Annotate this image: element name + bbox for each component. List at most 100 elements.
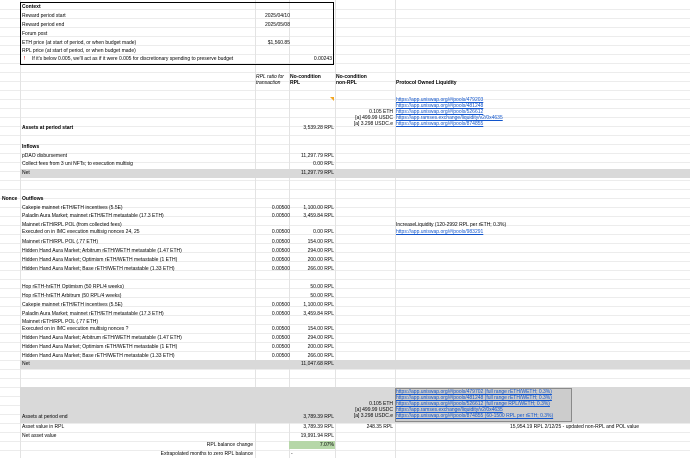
outflow-label: Paladin Aura Market; mainnet rETH/ETH me…: [22, 213, 164, 219]
outflow-rpl: 50.00 RPL: [310, 284, 334, 290]
outflow-ratio: 0.00500: [271, 266, 290, 272]
grid-row-line: [0, 378, 690, 379]
grid-row-line: [0, 108, 690, 109]
assets-end-label: Assets at period end: [22, 414, 68, 420]
outflow-ratio: 0.00500: [271, 353, 290, 359]
inflows-net-rpl: 11,297.79 RPL: [301, 170, 334, 176]
grid-row-line: [0, 153, 690, 154]
outflow-rpl: 266.00 RPL: [307, 266, 334, 272]
outflows-title: Outflows: [22, 196, 44, 202]
outflow-ratio: 0.00500: [271, 213, 290, 219]
pol-link[interactable]: https://app.uniswap.org/#/pools/874855 (…: [396, 413, 553, 419]
outflow-ratio: 0.00500: [271, 248, 290, 254]
outflow-label: Hidden Hand Aura Market; Arbitrum rETH/W…: [22, 335, 182, 341]
header-pol: Protocol Owned Liquidity: [396, 80, 457, 86]
inflows-net-label: Net: [22, 170, 30, 176]
grid-row-line: [0, 90, 690, 91]
context-label: RPL price (at start of period, or when b…: [22, 48, 136, 54]
outflow-rpl: 0.00 RPL: [313, 229, 334, 235]
outflow-rpl: 3,459.84 RPL: [303, 311, 334, 317]
context-label[interactable]: Forum post: [22, 31, 47, 37]
asset-value-label: Asset value in RPL: [22, 424, 65, 430]
grid-row-line: [0, 189, 690, 190]
outflow-ratio: 0.00500: [271, 335, 290, 341]
outflow-rpl: 294.00 RPL: [307, 335, 334, 341]
outflow-rpl: 200.00 RPL: [307, 344, 334, 350]
grid-row-line: [0, 369, 690, 370]
grid-row-line: [0, 243, 690, 244]
outflow-label: Mainnet rETH/RPL POL (.77 ETH): [22, 319, 99, 325]
asset-value-nonrpl: 248.35 RPL: [366, 424, 393, 430]
outflow-label: Cakepie mainnet rETH/ETH incentives (5.5…: [22, 205, 123, 211]
comment-indicator-icon[interactable]: [330, 97, 334, 101]
outflow-label: Executed on in IMC execution multisig no…: [22, 229, 140, 235]
outflow-rpl: 200.00 RPL: [307, 257, 334, 263]
assets-start-label: Assets at period start: [22, 125, 74, 131]
balance-change-value: 7.07%: [319, 442, 334, 448]
outflow-ratio: 0.00500: [271, 326, 290, 332]
outflow-label: Hop rETH-hrETH Optimism (50 RPL/4 weeks): [22, 284, 124, 290]
context-value: $1,560.85: [267, 40, 290, 46]
outflow-ratio: 0.00500: [271, 311, 290, 317]
inflow-rpl: 11,297.79 RPL: [301, 153, 334, 159]
grid-row-line: [0, 198, 690, 199]
outflow-label: Cakepie mainnet rETH/ETH incentives (5.5…: [22, 302, 123, 308]
grid-row-line: [0, 450, 690, 451]
outflow-label: Mainnet rETH/RPL POL (from collected fee…: [22, 222, 122, 228]
grid-row-line: [0, 324, 690, 325]
context-value: 2025/04/10: [264, 13, 290, 19]
outflow-ratio: 0.00500: [271, 257, 290, 263]
nonce-header: Nonce: [2, 196, 18, 202]
inflows-net-band: [20, 169, 690, 178]
outflow-rpl: 1,100.00 RPL: [303, 302, 334, 308]
grid-row-line: [0, 135, 690, 136]
inflow-rpl: 0.00 RPL: [313, 161, 334, 167]
inflow-label: Collect fees from 3 uni NFTs; to executi…: [22, 161, 133, 167]
outflow-label: Hidden Hand Aura Market; Arbitrum rETH/W…: [22, 248, 182, 254]
outflows-net-band: [20, 360, 690, 369]
asset-value-rpl: 3,789.39 RPL: [303, 424, 334, 430]
grid-row-line: [0, 279, 690, 280]
outflow-ratio: 0.00500: [271, 239, 290, 245]
pol-note-link[interactable]: https://app.uniswap.org/#/pools/983291: [396, 229, 483, 235]
outflow-rpl: 294.00 RPL: [307, 248, 334, 254]
outflow-rpl: 266.00 RPL: [307, 353, 334, 359]
outflows-net-label: Net: [22, 361, 30, 367]
header-nocond-rpl: RPL: [290, 80, 300, 86]
inflow-label: pDAO disbursement: [22, 153, 68, 159]
pol-link[interactable]: https://app.uniswap.org/#/pools/874855: [396, 121, 483, 127]
months-zero-label: Extrapolated months to zero RPL balance: [160, 451, 253, 457]
context-value: 2025/05/08: [264, 22, 290, 28]
inflows-title: Inflows: [22, 144, 40, 150]
assets-end-rpl: 3,789.39 RPL: [303, 414, 334, 420]
context-label: Reward period end: [22, 22, 65, 28]
context-label: ETH price (at start of period, or when b…: [22, 40, 137, 46]
assets-start-rpl: 3,539.28 RPL: [303, 125, 334, 131]
grid-row-line: [0, 99, 690, 100]
outflow-label: Executed on in IMC execution multisig no…: [22, 326, 129, 332]
net-asset-rpl: 19,991.94 RPL: [300, 433, 334, 439]
context-value: 0.00243: [313, 56, 332, 62]
grid-row-line: [0, 432, 690, 433]
warning-icon: !: [24, 56, 26, 62]
grid-row-line: [0, 441, 690, 442]
outflow-rpl: 1,100.00 RPL: [303, 205, 334, 211]
grid-row-line: [0, 72, 690, 73]
net-asset-label: Net asset value: [22, 433, 57, 439]
grid-row-line: [0, 117, 690, 118]
outflow-ratio: 0.00500: [271, 205, 290, 211]
outflows-net-rpl: 11,047.68 RPL: [301, 361, 334, 367]
outflow-rpl: 154.00 RPL: [307, 239, 334, 245]
balance-change-label: RPL balance change: [206, 442, 253, 448]
grid-row-line: [0, 180, 690, 181]
outflow-label: Mainnet rETH/RPL POL (.77 ETH): [22, 239, 99, 245]
outflow-label: Paladin Aura Market; mainnet rETH/ETH me…: [22, 311, 164, 317]
context-label: If it's below 0.005, we'll act as if it …: [32, 56, 234, 62]
asset-value-note: 15,954.19 RPL 2/12/25 - updated non-RPL …: [510, 424, 639, 430]
header-nocond-nonrpl: non-RPL: [336, 80, 357, 86]
grid-row-line: [0, 342, 690, 343]
months-zero-value: -: [291, 451, 293, 457]
outflow-ratio: 0.00500: [271, 229, 290, 235]
outflow-label: Hidden Hand Aura Market; Optimism rETH/W…: [22, 257, 178, 263]
holding-value: [a] 3.298 USDC.e: [353, 413, 393, 419]
